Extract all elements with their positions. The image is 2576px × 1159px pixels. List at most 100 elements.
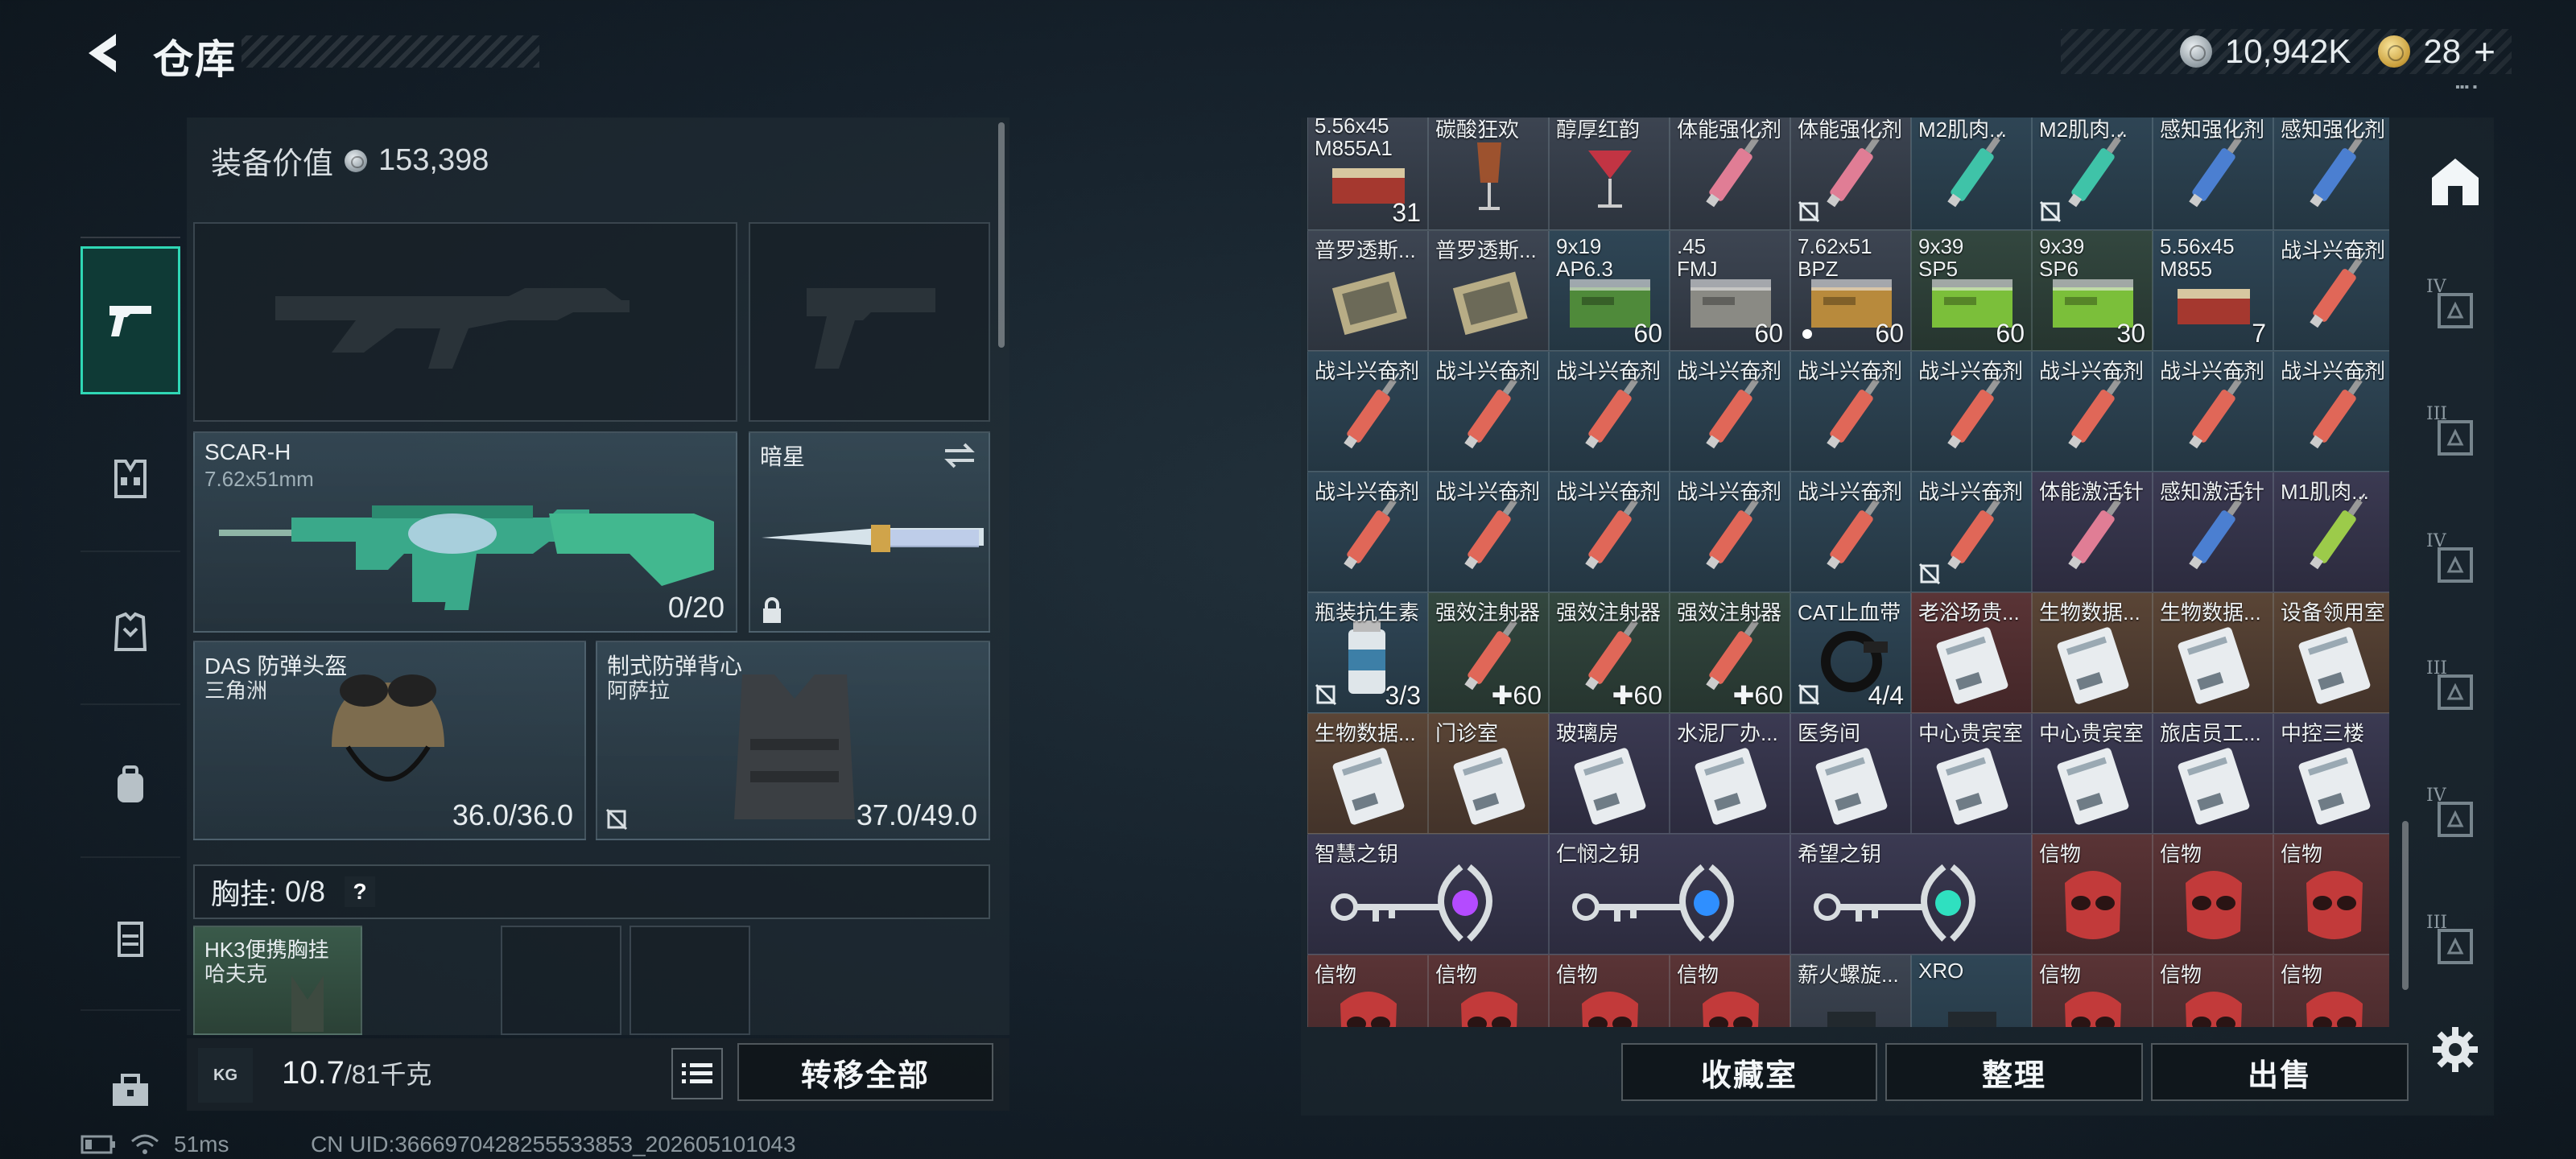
equipment-scrollbar[interactable]: [998, 122, 1005, 348]
stash-item[interactable]: 信物: [2273, 834, 2389, 955]
stash-item[interactable]: M2肌肉...: [1911, 118, 2032, 230]
pistol-slot[interactable]: [749, 222, 990, 422]
stash-item[interactable]: 战斗兴奋剂: [1307, 472, 1428, 592]
stash-item[interactable]: CAT止血带 4/4: [1790, 592, 1911, 713]
stash-tab-3[interactable]: IV: [2415, 507, 2496, 620]
stash-item[interactable]: 9x19 AP6.3 60: [1549, 230, 1670, 351]
stash-item[interactable]: 信物: [2273, 955, 2389, 1027]
chest-rig-slot[interactable]: HK3便携胸挂 哈夫克: [193, 926, 362, 1035]
stash-item[interactable]: 9x39 SP5 60: [1911, 230, 2032, 351]
stash-item[interactable]: 信物: [2153, 834, 2273, 955]
nav-backpack[interactable]: [80, 713, 180, 858]
stash-item[interactable]: 战斗兴奋剂: [2153, 351, 2273, 472]
stash-item[interactable]: .45 FMJ 60: [1670, 230, 1790, 351]
stash-item[interactable]: 战斗兴奋剂: [1428, 351, 1549, 472]
stash-item[interactable]: 瓶装抗生素 3/3: [1307, 592, 1428, 713]
chest-pocket-slot[interactable]: [630, 926, 750, 1035]
stash-item[interactable]: 设备领用室: [2273, 592, 2389, 713]
stash-item[interactable]: 中控三楼: [2273, 713, 2389, 834]
stash-item[interactable]: 玻璃房: [1549, 713, 1670, 834]
stash-item[interactable]: 5.56x45 M855 7: [2153, 230, 2273, 351]
stash-item[interactable]: 老浴场贵...: [1911, 592, 2032, 713]
stash-item[interactable]: 战斗兴奋剂: [1307, 351, 1428, 472]
helmet-slot[interactable]: DAS 防弹头盔 三角洲 36.0/36.0: [193, 641, 586, 840]
stash-item[interactable]: 醇厚红韵: [1549, 118, 1670, 230]
stash-item[interactable]: 5.56x45 M855A1 31: [1307, 118, 1428, 230]
stash-item-key[interactable]: 仁悯之钥: [1549, 834, 1790, 955]
armor-slot[interactable]: 制式防弹背心 阿萨拉 37.0/49.0: [596, 641, 990, 840]
stash-item[interactable]: 普罗透斯...: [1307, 230, 1428, 351]
stash-item[interactable]: M2肌肉...: [2032, 118, 2153, 230]
stash-item[interactable]: 战斗兴奋剂: [2273, 230, 2389, 351]
secondary-weapon-slot[interactable]: [193, 222, 737, 422]
stash-tab-2[interactable]: III: [2415, 380, 2496, 493]
stash-item[interactable]: 战斗兴奋剂: [1911, 351, 2032, 472]
stash-item[interactable]: 战斗兴奋剂: [1670, 472, 1790, 592]
stash-item[interactable]: 信物: [1549, 955, 1670, 1027]
stash-item[interactable]: 信物: [2153, 955, 2273, 1027]
swap-arrows-icon[interactable]: [942, 441, 977, 470]
melee-slot[interactable]: 暗星: [749, 431, 990, 633]
stash-item[interactable]: 强效注射器 ✚60: [1428, 592, 1549, 713]
stash-item[interactable]: 旅店员工...: [2153, 713, 2273, 834]
stash-item[interactable]: 体能激活针: [2032, 472, 2153, 592]
stash-item-key[interactable]: 智慧之钥: [1307, 834, 1549, 955]
stash-item[interactable]: 信物: [2032, 955, 2153, 1027]
stash-item[interactable]: 7.62x51 BPZ 60: [1790, 230, 1911, 351]
stash-item[interactable]: M1肌肉...: [2273, 472, 2389, 592]
stash-item[interactable]: 战斗兴奋剂: [1428, 472, 1549, 592]
stash-item[interactable]: XRO: [1911, 955, 2032, 1027]
stash-item[interactable]: 感知强化剂: [2153, 118, 2273, 230]
stash-item[interactable]: 中心贵宾室: [2032, 713, 2153, 834]
stash-item-key[interactable]: 希望之钥: [1790, 834, 2032, 955]
stash-item[interactable]: 薪火螺旋...: [1790, 955, 1911, 1027]
back-button[interactable]: [79, 29, 127, 77]
stash-item[interactable]: 生物数据...: [1307, 713, 1428, 834]
stash-tab-5[interactable]: IV: [2415, 761, 2496, 874]
stash-item[interactable]: 生物数据...: [2153, 592, 2273, 713]
stash-item[interactable]: 战斗兴奋剂: [2273, 351, 2389, 472]
stash-item[interactable]: 战斗兴奋剂: [1911, 472, 2032, 592]
stash-item[interactable]: 信物: [1428, 955, 1549, 1027]
stash-item[interactable]: 普罗透斯...: [1428, 230, 1549, 351]
stash-item[interactable]: 感知强化剂: [2273, 118, 2389, 230]
gold-add-button[interactable]: +: [2474, 30, 2496, 73]
stash-item[interactable]: 9x39 SP6 30: [2032, 230, 2153, 351]
gear-icon[interactable]: [2429, 1024, 2481, 1075]
stash-tab-6[interactable]: III: [2415, 889, 2496, 1001]
stash-item[interactable]: 碳酸狂欢: [1428, 118, 1549, 230]
stash-scrollbar[interactable]: [2402, 821, 2409, 990]
stash-item[interactable]: 体能强化剂: [1670, 118, 1790, 230]
primary-weapon-slot[interactable]: SCAR-H 7.62x51mm 0/20: [193, 431, 737, 633]
sell-button[interactable]: 出售: [2151, 1043, 2409, 1101]
collection-room-button[interactable]: 收藏室: [1621, 1043, 1877, 1101]
nav-weapon[interactable]: [80, 246, 180, 394]
stash-item[interactable]: 医务间: [1790, 713, 1911, 834]
stash-tab-1[interactable]: IV: [2415, 253, 2496, 365]
organize-button[interactable]: 整理: [1885, 1043, 2143, 1101]
stash-item[interactable]: 信物: [1307, 955, 1428, 1027]
help-icon[interactable]: ?: [345, 876, 376, 907]
stash-item[interactable]: 信物: [1670, 955, 1790, 1027]
stash-item[interactable]: 战斗兴奋剂: [1670, 351, 1790, 472]
stash-item[interactable]: 门诊室: [1428, 713, 1549, 834]
stash-item[interactable]: 战斗兴奋剂: [2032, 351, 2153, 472]
stash-tab-4[interactable]: III: [2415, 634, 2496, 747]
stash-item[interactable]: 体能强化剂: [1790, 118, 1911, 230]
stash-item[interactable]: 感知激活针: [2153, 472, 2273, 592]
stash-tab-main[interactable]: [2415, 126, 2496, 238]
stash-item[interactable]: 战斗兴奋剂: [1549, 351, 1670, 472]
stash-item[interactable]: 水泥厂办...: [1670, 713, 1790, 834]
stash-item[interactable]: 战斗兴奋剂: [1790, 472, 1911, 592]
stash-item[interactable]: 强效注射器 ✚60: [1670, 592, 1790, 713]
stash-item[interactable]: 战斗兴奋剂: [1549, 472, 1670, 592]
nav-chest-rig[interactable]: [80, 407, 180, 552]
transfer-all-button[interactable]: 转移全部: [737, 1043, 993, 1101]
chest-pocket-slot[interactable]: [501, 926, 621, 1035]
nav-rig-case[interactable]: [80, 866, 180, 1011]
stash-item[interactable]: 中心贵宾室: [1911, 713, 2032, 834]
list-view-button[interactable]: [671, 1048, 723, 1099]
stash-item[interactable]: 生物数据...: [2032, 592, 2153, 713]
nav-armor[interactable]: [80, 560, 180, 705]
stash-item[interactable]: 信物: [2032, 834, 2153, 955]
